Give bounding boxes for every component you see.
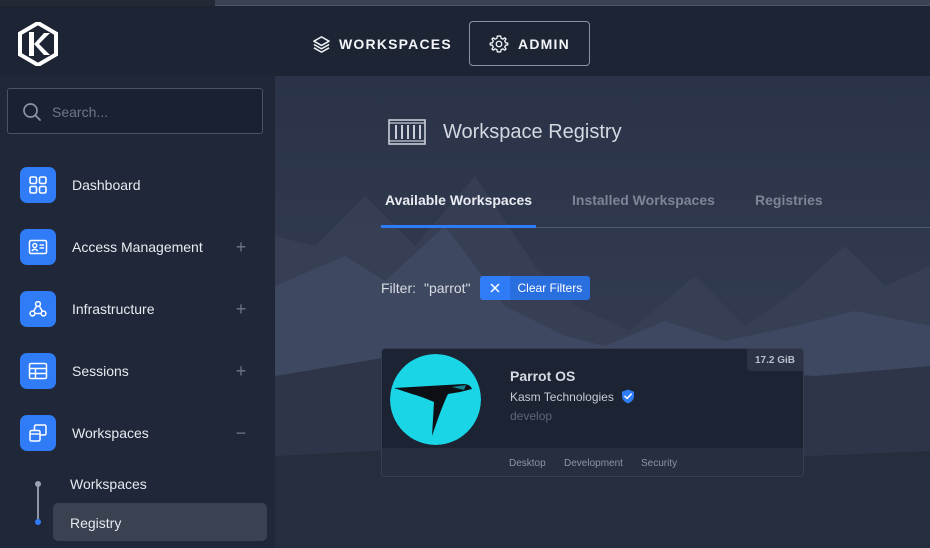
sidebar-search[interactable]: [7, 88, 263, 134]
id-card-icon: [20, 229, 56, 265]
submenu-dot: [35, 481, 41, 487]
search-icon: [23, 103, 41, 121]
size-badge: 17.2 GiB: [746, 349, 803, 371]
top-header: WORKSPACES ADMIN: [0, 6, 930, 76]
table-icon: [20, 353, 56, 389]
expand-plus-icon[interactable]: +: [232, 238, 250, 256]
sidebar-item-label: Workspaces: [72, 425, 149, 441]
sidebar-item-label: Sessions: [72, 363, 129, 379]
expand-plus-icon[interactable]: +: [232, 300, 250, 318]
registry-tabs: Available Workspaces Installed Workspace…: [381, 182, 930, 228]
page-header: Workspace Registry: [388, 116, 622, 148]
clear-filters-button[interactable]: Clear Filters: [479, 276, 591, 300]
sidebar-item-label: Dashboard: [72, 177, 141, 193]
sidebar-item-label: Infrastructure: [72, 301, 155, 317]
sidebar: Dashboard Access Management +: [0, 76, 275, 548]
verified-shield-icon: [621, 389, 634, 404]
expand-plus-icon[interactable]: +: [232, 362, 250, 380]
layers-icon: [313, 35, 330, 53]
nav-workspaces-link[interactable]: WORKSPACES: [312, 34, 452, 54]
sidebar-item-dashboard[interactable]: Dashboard: [20, 167, 260, 203]
nav-admin-button[interactable]: ADMIN: [469, 21, 590, 66]
registry-container-icon: [388, 119, 426, 145]
main-content: Workspace Registry Available Workspaces …: [275, 76, 930, 548]
dashboard-grid-icon: [20, 167, 56, 203]
filter-value: "parrot": [424, 280, 471, 296]
close-icon: [479, 276, 510, 300]
sidebar-item-access-management[interactable]: Access Management +: [20, 229, 260, 265]
submenu-item-registry[interactable]: Registry: [70, 515, 121, 531]
filter-row: Filter: "parrot" Clear Filters: [381, 276, 591, 300]
tab-available-workspaces[interactable]: Available Workspaces: [385, 192, 532, 208]
workspace-name: Parrot OS: [510, 368, 576, 384]
category-tag[interactable]: Security: [641, 458, 677, 469]
submenu-item-workspaces[interactable]: Workspaces: [70, 476, 147, 492]
submenu-dot-active: [35, 519, 41, 525]
nav-admin-label: ADMIN: [518, 35, 570, 52]
search-input[interactable]: [52, 101, 252, 123]
tab-registries[interactable]: Registries: [755, 192, 823, 208]
collapse-minus-icon[interactable]: −: [232, 424, 250, 442]
sidebar-item-sessions[interactable]: Sessions +: [20, 353, 260, 389]
active-tab-indicator: [381, 225, 536, 228]
channel-tag: develop: [510, 409, 553, 423]
nav-workspaces-label: WORKSPACES: [339, 36, 452, 52]
category-tag[interactable]: Desktop: [509, 458, 546, 469]
gear-icon: [489, 34, 509, 53]
card-categories: Desktop Development Security: [382, 448, 803, 476]
vendor-name: Kasm Technologies: [510, 389, 614, 404]
webhook-icon: [20, 291, 56, 327]
workspace-card[interactable]: 17.2 GiB Parrot OS Kasm Technologies dev…: [381, 348, 804, 477]
tab-installed-workspaces[interactable]: Installed Workspaces: [572, 192, 715, 208]
windows-stack-icon: [20, 415, 56, 451]
submenu-connector: [37, 482, 39, 522]
clear-filters-label: Clear Filters: [509, 276, 591, 300]
sidebar-item-workspaces[interactable]: Workspaces −: [20, 415, 260, 451]
kasm-logo-icon[interactable]: [18, 22, 58, 66]
page-title: Workspace Registry: [443, 120, 622, 143]
category-tag[interactable]: Development: [564, 458, 623, 469]
parrot-os-logo-icon: [390, 354, 481, 445]
workspace-vendor: Kasm Technologies: [510, 389, 635, 404]
sidebar-item-infrastructure[interactable]: Infrastructure +: [20, 291, 260, 327]
sidebar-item-label: Access Management: [72, 239, 203, 255]
filter-label: Filter:: [381, 280, 416, 296]
